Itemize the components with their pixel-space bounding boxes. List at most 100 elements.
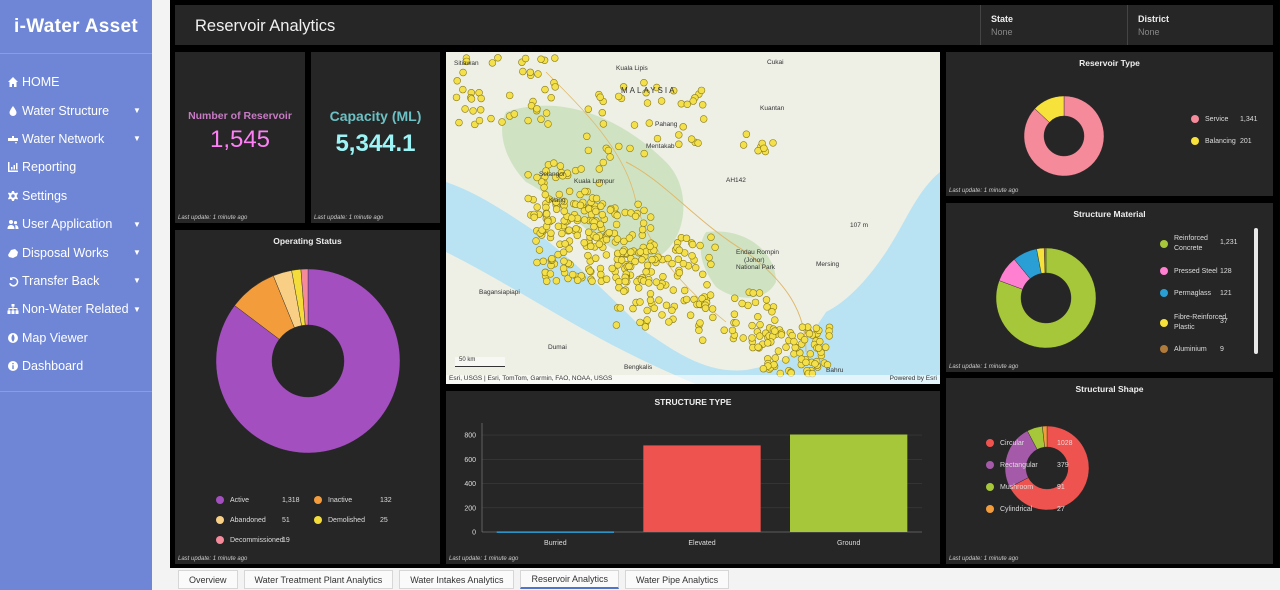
reservoir-marker[interactable] — [679, 123, 687, 131]
reservoir-marker[interactable] — [638, 256, 646, 264]
reservoir-marker[interactable] — [498, 118, 506, 126]
reservoir-marker[interactable] — [650, 304, 659, 312]
reservoir-marker[interactable] — [550, 159, 558, 167]
reservoir-marker[interactable] — [681, 286, 689, 295]
reservoir-marker[interactable] — [639, 219, 648, 227]
reservoir-marker[interactable] — [598, 108, 607, 117]
reservoir-marker[interactable] — [643, 316, 651, 324]
reservoir-marker[interactable] — [558, 229, 566, 238]
reservoir-marker[interactable] — [816, 337, 824, 346]
reservoir-marker[interactable] — [552, 277, 561, 285]
reservoir-marker[interactable] — [592, 233, 601, 242]
reservoir-marker[interactable] — [576, 201, 585, 210]
reservoir-marker[interactable] — [592, 254, 600, 262]
reservoir-marker[interactable] — [581, 187, 589, 196]
reservoir-marker[interactable] — [705, 253, 713, 262]
reservoir-marker[interactable] — [756, 321, 764, 329]
reservoir-marker[interactable] — [749, 289, 757, 297]
reservoir-marker[interactable] — [598, 211, 607, 219]
reservoir-marker[interactable] — [573, 276, 582, 284]
reservoir-marker[interactable] — [653, 134, 662, 143]
reservoir-marker[interactable] — [707, 260, 715, 269]
reservoir-marker[interactable] — [764, 339, 772, 347]
reservoir-marker[interactable] — [542, 109, 551, 117]
reservoir-marker[interactable] — [770, 361, 778, 369]
reservoir-marker[interactable] — [694, 139, 702, 147]
reservoir-marker[interactable] — [696, 319, 704, 327]
reservoir-marker[interactable] — [592, 194, 601, 203]
tab-water-intakes-analytics[interactable]: Water Intakes Analytics — [399, 570, 515, 589]
reservoir-marker[interactable] — [475, 116, 484, 125]
reservoir-marker[interactable] — [739, 141, 748, 149]
reservoir-marker[interactable] — [595, 165, 604, 173]
reservoir-marker[interactable] — [825, 332, 833, 340]
reservoir-marker[interactable] — [675, 269, 684, 277]
tab-water-treatment-plant-analytics[interactable]: Water Treatment Plant Analytics — [243, 570, 394, 589]
reservoir-marker[interactable] — [568, 214, 576, 222]
reservoir-marker[interactable] — [602, 251, 611, 259]
reservoir-marker[interactable] — [627, 248, 635, 256]
reservoir-marker[interactable] — [675, 131, 683, 139]
chevron-down-icon[interactable]: ▼ — [132, 276, 142, 285]
reservoir-marker[interactable] — [592, 207, 600, 216]
reservoir-marker[interactable] — [687, 135, 696, 143]
reservoir-marker[interactable] — [631, 212, 640, 221]
reservoir-marker[interactable] — [675, 246, 684, 254]
reservoir-marker[interactable] — [559, 264, 568, 273]
reservoir-marker[interactable] — [739, 334, 747, 342]
reservoir-marker[interactable] — [759, 365, 768, 373]
legend-item[interactable]: Rectangular — [986, 461, 1038, 469]
map-viewer[interactable]: Sitiawan Kuala Lipis Cukai MALAYSIA Kuantan P… — [446, 52, 940, 384]
legend-item[interactable]: Pressed Steel — [1160, 267, 1218, 275]
map-canvas[interactable] — [446, 52, 940, 384]
tab-water-pipe-analytics[interactable]: Water Pipe Analytics — [624, 570, 730, 589]
legend-item[interactable]: Active — [216, 496, 249, 504]
reservoir-marker[interactable] — [542, 210, 551, 218]
reservoir-marker[interactable] — [738, 299, 746, 308]
reservoir-marker[interactable] — [477, 94, 485, 103]
reservoir-marker[interactable] — [542, 277, 551, 285]
reservoir-marker[interactable] — [688, 252, 696, 260]
reservoir-marker[interactable] — [655, 296, 663, 304]
reservoir-marker[interactable] — [547, 93, 555, 102]
reservoir-marker[interactable] — [455, 118, 463, 127]
reservoir-marker[interactable] — [510, 110, 519, 118]
reservoir-marker[interactable] — [762, 296, 771, 304]
reservoir-marker[interactable] — [647, 213, 655, 221]
reservoir-marker[interactable] — [602, 275, 611, 283]
reservoir-marker[interactable] — [625, 262, 633, 271]
chevron-down-icon[interactable]: ▼ — [132, 220, 142, 229]
legend-item[interactable]: Reinforced Concrete — [1160, 234, 1222, 254]
nav-item-non-water-related[interactable]: Non-Water Related ▼ — [0, 295, 152, 323]
reservoir-marker[interactable] — [657, 97, 666, 105]
reservoir-marker[interactable] — [812, 324, 821, 332]
bar-burried[interactable] — [496, 531, 614, 533]
nav-item-water-network[interactable]: Water Network ▼ — [0, 125, 152, 153]
reservoir-marker[interactable] — [771, 354, 779, 362]
reservoir-marker[interactable] — [805, 330, 814, 338]
reservoir-marker[interactable] — [771, 316, 779, 324]
reservoir-marker[interactable] — [580, 239, 588, 247]
reservoir-marker[interactable] — [751, 298, 760, 307]
reservoir-marker[interactable] — [708, 305, 717, 313]
reservoir-marker[interactable] — [595, 240, 604, 248]
reservoir-marker[interactable] — [668, 259, 676, 268]
reservoir-marker[interactable] — [790, 337, 798, 346]
reservoir-marker[interactable] — [682, 295, 691, 304]
legend-item[interactable]: Balancing — [1191, 137, 1236, 145]
reservoir-marker[interactable] — [605, 229, 613, 237]
reservoir-marker[interactable] — [777, 331, 786, 339]
reservoir-marker[interactable] — [535, 246, 544, 254]
reservoir-marker[interactable] — [686, 311, 695, 319]
reservoir-marker[interactable] — [544, 217, 552, 226]
reservoir-marker[interactable] — [640, 206, 648, 215]
chevron-down-icon[interactable]: ▼ — [132, 134, 142, 143]
legend-item[interactable]: Inactive — [314, 496, 352, 504]
reservoir-marker[interactable] — [541, 190, 550, 199]
reservoir-marker[interactable] — [453, 77, 461, 85]
reservoir-marker[interactable] — [732, 319, 740, 327]
reservoir-marker[interactable] — [700, 115, 708, 123]
reservoir-marker[interactable] — [560, 207, 568, 215]
reservoir-marker[interactable] — [524, 194, 532, 203]
reservoir-marker[interactable] — [756, 332, 764, 340]
